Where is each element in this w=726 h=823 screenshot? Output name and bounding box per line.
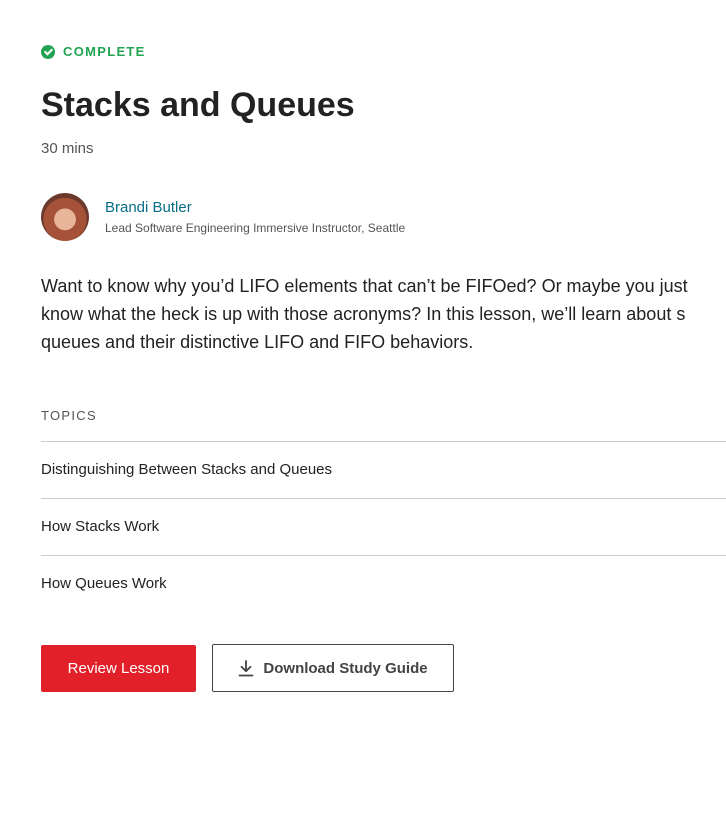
download-icon [239, 659, 254, 676]
description-line: queues and their distinctive LIFO and FI… [41, 332, 474, 352]
lesson-title: Stacks and Queues [41, 86, 355, 124]
download-study-guide-button[interactable]: Download Study Guide [212, 644, 454, 692]
author-card: Brandi Butler Lead Software Engineering … [41, 193, 405, 241]
description-line: Want to know why you’d LIFO elements tha… [41, 276, 688, 296]
review-lesson-button[interactable]: Review Lesson [41, 645, 196, 692]
author-info: Brandi Butler Lead Software Engineering … [105, 199, 405, 235]
topics-list: Distinguishing Between Stacks and Queues… [41, 441, 726, 612]
lesson-description: Want to know why you’d LIFO elements tha… [41, 272, 726, 356]
topics-heading: TOPICS [41, 408, 97, 423]
author-name-link[interactable]: Brandi Butler [105, 199, 405, 216]
download-study-guide-label: Download Study Guide [263, 659, 428, 677]
avatar [41, 193, 89, 241]
check-circle-icon [41, 44, 55, 59]
lesson-duration: 30 mins [41, 140, 94, 157]
topic-item: Distinguishing Between Stacks and Queues [41, 442, 726, 499]
status-label: COMPLETE [63, 44, 146, 59]
author-role: Lead Software Engineering Immersive Inst… [105, 221, 406, 235]
description-line: know what the heck is up with those acro… [41, 304, 686, 324]
lesson-page: COMPLETE Stacks and Queues 30 mins Brand… [0, 0, 726, 823]
topic-item: How Stacks Work [41, 499, 726, 556]
status-badge: COMPLETE [41, 44, 146, 59]
topic-item: How Queues Work [41, 575, 167, 592]
